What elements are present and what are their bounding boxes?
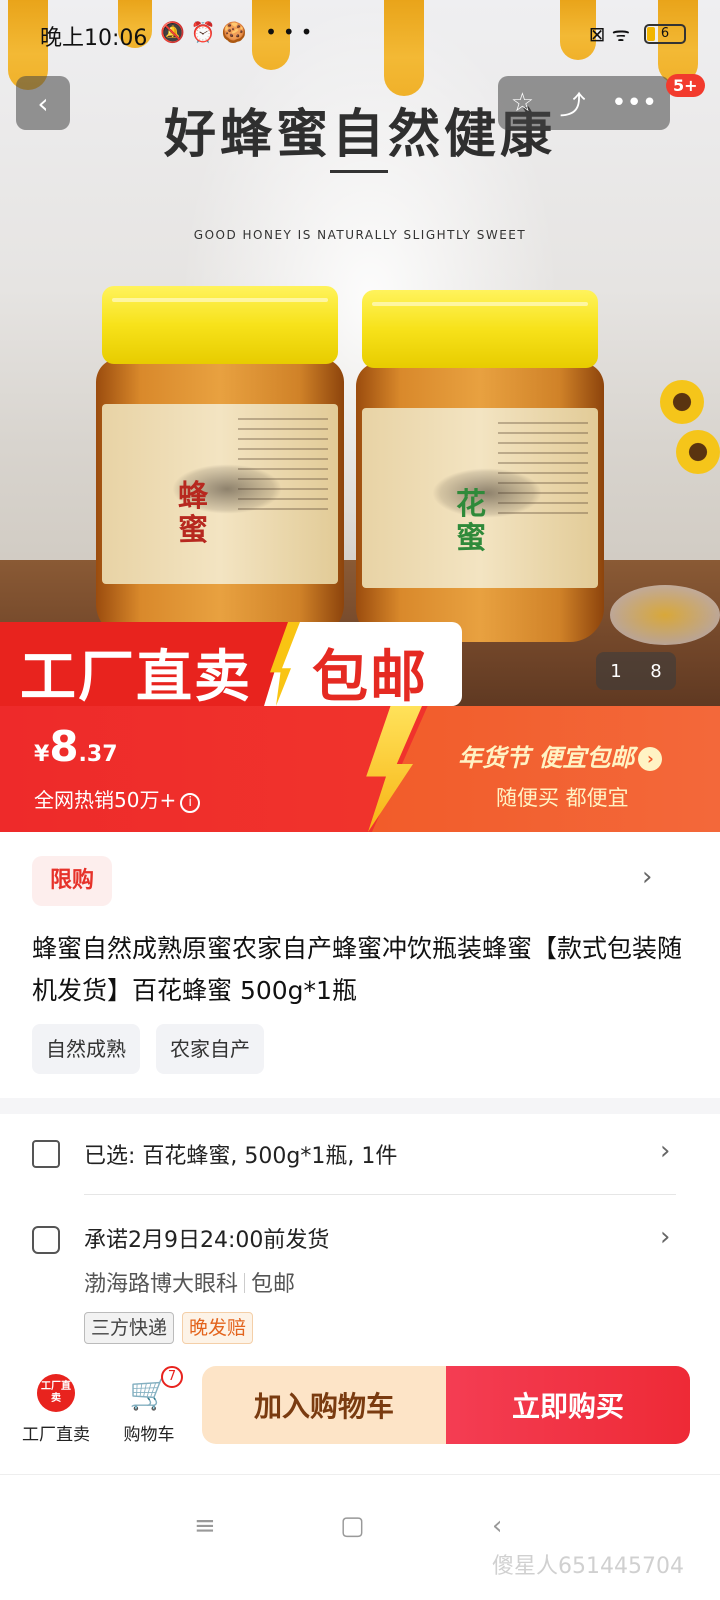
price-bar: ¥8.37 全网热销50万+ i 年货节 便宜包邮 › 随便买 都便宜 [0, 706, 720, 832]
favorite-star-icon[interactable]: ☆ [511, 88, 534, 118]
cart-nav[interactable]: 🛒 7 购物车 [114, 1366, 184, 1445]
cart-icon: 🛒 7 [129, 1366, 183, 1412]
watermark: 傻星人651445704 [492, 1554, 684, 1579]
limit-purchase-tag: 限购 [32, 856, 112, 906]
more-icon[interactable]: ••• [611, 88, 657, 118]
sales-volume[interactable]: 全网热销50万+ i [34, 784, 201, 813]
banner-factory-direct: 工厂直卖 [20, 645, 252, 710]
buy-now-button[interactable]: 立即购买 [446, 1366, 690, 1444]
truck-icon [32, 1226, 60, 1254]
battery-icon: 6 [644, 23, 686, 44]
divider [84, 1194, 676, 1195]
cart-count-badge: 7 [161, 1366, 183, 1388]
third-party-express-tag: 三方快递 [84, 1312, 175, 1344]
factory-direct-label: 工厂直卖 [22, 1425, 90, 1445]
jar-left-name: 蜂蜜 [178, 479, 208, 548]
factory-direct-icon: 工厂直卖 [37, 1374, 75, 1412]
image-total: 8 [650, 660, 662, 682]
message-badge: 5+ [666, 74, 705, 97]
shipping-tags: 三方快递 晚发赔 [84, 1312, 254, 1344]
honey-bowl [610, 585, 720, 645]
system-navigation-bar: ≡ ▢ ‹ [0, 1474, 720, 1600]
honey-jar-left [96, 286, 344, 638]
spec-box-icon [32, 1140, 60, 1168]
product-tag[interactable]: 自然成熟 [32, 1024, 140, 1074]
chevron-right-icon: › [660, 1136, 671, 1166]
product-tags: 自然成熟 农家自产 [32, 1024, 264, 1074]
product-tag[interactable]: 农家自产 [156, 1024, 264, 1074]
factory-direct-nav[interactable]: 工厂直卖 工厂直卖 [14, 1374, 98, 1445]
price: ¥8.37 [34, 722, 118, 771]
currency-symbol: ¥ [34, 742, 50, 767]
sales-text: 全网热销50万+ [34, 788, 177, 812]
sunflower [676, 430, 720, 474]
ship-location: 渤海路博大眼科 [84, 1272, 239, 1297]
divider [330, 170, 388, 173]
menu-icon[interactable]: ≡ [194, 1511, 216, 1541]
free-shipping: 包邮 [251, 1272, 296, 1297]
status-time: 晚上10:06 [40, 26, 148, 51]
add-to-cart-button[interactable]: 加入购物车 [202, 1366, 446, 1444]
hero-subline: GOOD HONEY IS NATURALLY SLIGHTLY SWEET [193, 228, 527, 242]
signal-wifi-icon: ⊠ ᯤ [588, 22, 630, 46]
home-icon[interactable]: ▢ [340, 1511, 365, 1541]
ship-from: 渤海路博大眼科 包邮 [84, 1266, 295, 1298]
factory-direct-banner: 工厂直卖 包邮 [0, 622, 462, 710]
chevron-left-icon: ‹ [37, 86, 49, 120]
price-integer: 8 [49, 722, 79, 771]
chevron-right-icon: › [660, 1222, 671, 1252]
top-action-group: ☆ ⤴ ••• [498, 76, 670, 130]
product-title: 蜂蜜自然成熟原蜜农家自产蜂蜜冲饮瓶装蜂蜜【款式包装随机发货】百花蜂蜜 500g*… [32, 934, 683, 1005]
status-left-icons: 🔕⏰🍪 ••• [160, 20, 319, 44]
price-decimal: .37 [78, 742, 118, 767]
late-delivery-compensation-tag: 晚发赔 [182, 1312, 254, 1344]
cart-label: 购物车 [123, 1425, 175, 1445]
share-icon[interactable]: ⤴ [560, 85, 586, 122]
chevron-right-icon[interactable]: › [642, 862, 652, 892]
back-button[interactable]: ‹ [16, 76, 70, 130]
jar-right-name: 花蜜 [456, 487, 486, 556]
back-icon[interactable]: ‹ [492, 1511, 502, 1541]
arrow-right-circle-icon: › [638, 747, 663, 771]
promo-link[interactable]: 年货节 便宜包邮 › [458, 738, 663, 773]
info-icon[interactable]: i [180, 793, 201, 813]
image-index: 1 [610, 660, 622, 682]
shipping-promise: 承诺2月9日24:00前发货 [84, 1228, 330, 1253]
section-divider [0, 1098, 720, 1114]
honey-jar-right [356, 290, 604, 642]
banner-free-shipping: 包邮 [312, 645, 428, 710]
image-counter: 1 8 [596, 652, 676, 690]
sunflower [660, 380, 704, 424]
promo-title: 年货节 便宜包邮 [458, 744, 635, 772]
selected-spec-text: 已选: 百花蜂蜜, 500g*1瓶, 1件 [84, 1144, 398, 1169]
bottom-action-bar: 工厂直卖 工厂直卖 🛒 7 购物车 加入购物车 立即购买 [0, 1356, 720, 1472]
status-bar: 晚上10:06 🔕⏰🍪 ••• ⊠ ᯤ 6 [0, 0, 720, 64]
promo-subtitle: 随便买 都便宜 [496, 786, 629, 810]
